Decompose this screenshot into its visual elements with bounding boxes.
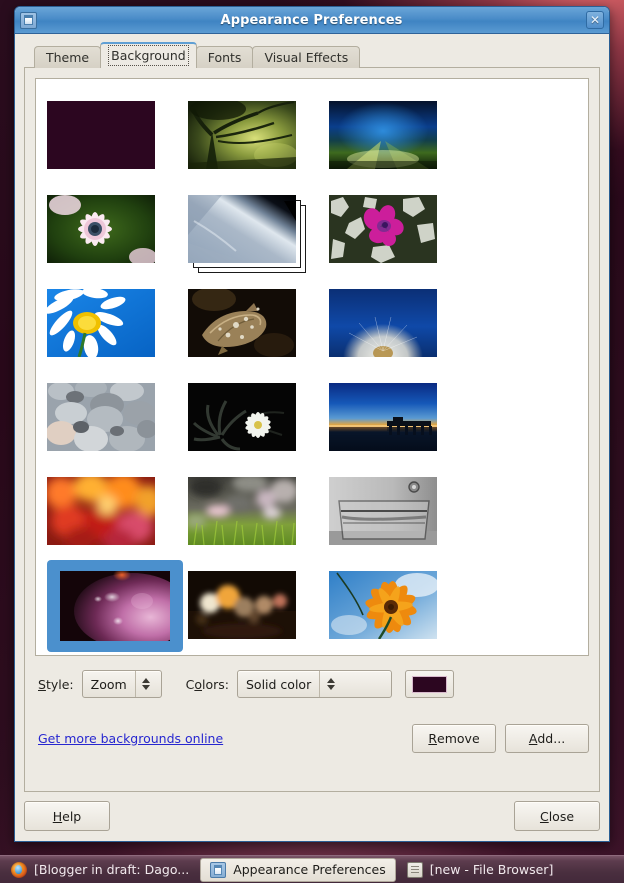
wallpaper-thumbnail bbox=[47, 101, 155, 169]
taskbar-item-blogger[interactable]: [Blogger in draft: Dago... bbox=[2, 858, 198, 882]
wallpaper-item-pink-white-daisy[interactable] bbox=[47, 183, 188, 277]
tab-fonts[interactable]: Fonts bbox=[195, 46, 254, 68]
window-body: Theme Background Fonts Visual Effects St… bbox=[15, 34, 609, 792]
wallpaper-item-greyscale-glass-water[interactable] bbox=[329, 465, 470, 559]
wallpaper-item-solid-plum[interactable] bbox=[47, 89, 188, 183]
get-more-backgrounds-link[interactable]: Get more backgrounds online bbox=[38, 731, 223, 746]
taskbar-item-appearance-preferences[interactable]: Appearance Preferences bbox=[200, 857, 396, 882]
tab-theme[interactable]: Theme bbox=[34, 46, 102, 68]
wallpaper-item-backlit-tree[interactable] bbox=[188, 89, 329, 183]
desktop: Appearance Preferences ✕ Theme Backgroun… bbox=[0, 0, 624, 883]
background-tab-page: Style: Zoom Colors: Solid color Get more… bbox=[24, 67, 600, 792]
help-button[interactable]: Help bbox=[24, 801, 110, 831]
up-down-chevron-icon bbox=[134, 671, 157, 697]
background-actions-row: Get more backgrounds online Remove Add..… bbox=[35, 724, 589, 753]
firefox-icon bbox=[11, 861, 27, 878]
color-swatch bbox=[412, 675, 447, 693]
wallpaper-item-green-grass-bokeh[interactable] bbox=[188, 465, 329, 559]
wallpaper-thumbnail bbox=[47, 477, 155, 545]
wallpaper-item-orange-cosmos-flower[interactable] bbox=[329, 559, 470, 653]
wallpaper-thumbnail bbox=[329, 101, 437, 169]
color-picker-button[interactable] bbox=[405, 670, 454, 698]
dialog-footer: Help Close bbox=[15, 792, 609, 841]
wallpaper-item-white-flower-black-background[interactable] bbox=[188, 371, 329, 465]
wallpaper-list[interactable] bbox=[35, 78, 589, 656]
wallpaper-grid bbox=[36, 79, 588, 653]
wallpaper-thumbnail bbox=[329, 383, 437, 451]
wallpaper-thumbnail bbox=[47, 195, 155, 263]
wallpaper-thumbnail bbox=[329, 477, 437, 545]
wallpaper-thumbnail bbox=[188, 571, 296, 639]
wallpaper-thumbnail bbox=[329, 571, 437, 639]
wallpaper-item-pier-at-dusk[interactable] bbox=[329, 371, 470, 465]
wallpaper-thumbnail bbox=[188, 195, 296, 263]
add-button[interactable]: Add... bbox=[505, 724, 589, 753]
style-dropdown[interactable]: Zoom bbox=[81, 670, 162, 698]
wallpaper-item-magenta-flowers-silver-foliage[interactable] bbox=[329, 183, 470, 277]
close-button[interactable]: Close bbox=[514, 801, 600, 831]
taskbar-item-label: Appearance Preferences bbox=[233, 862, 386, 877]
wallpaper-thumbnail bbox=[47, 289, 155, 357]
tab-visual-effects[interactable]: Visual Effects bbox=[252, 46, 361, 68]
colors-dropdown-value: Solid color bbox=[246, 676, 312, 692]
appearance-window-icon bbox=[20, 11, 37, 29]
wallpaper-thumbnail bbox=[188, 477, 296, 545]
colors-label: Colors: bbox=[185, 676, 229, 692]
wallpaper-thumbnail bbox=[188, 289, 296, 357]
background-options-row: Style: Zoom Colors: Solid color bbox=[35, 670, 589, 698]
wallpaper-thumbnail bbox=[188, 101, 296, 169]
style-dropdown-value: Zoom bbox=[90, 676, 127, 692]
appearance-preferences-window: Appearance Preferences ✕ Theme Backgroun… bbox=[14, 6, 610, 842]
window-title: Appearance Preferences bbox=[220, 12, 403, 28]
wallpaper-item-red-orange-bokeh[interactable] bbox=[47, 465, 188, 559]
appearance-window-icon bbox=[210, 861, 227, 878]
wallpaper-item-ubuntu-purple-warty[interactable] bbox=[47, 559, 188, 653]
wallpaper-thumbnail bbox=[329, 289, 437, 357]
file-browser-icon bbox=[406, 861, 423, 878]
close-icon[interactable]: ✕ bbox=[586, 11, 604, 29]
taskbar-item-label: [new - File Browser] bbox=[429, 862, 554, 877]
tab-strip: Theme Background Fonts Visual Effects bbox=[24, 42, 600, 68]
tab-background-label: Background bbox=[108, 45, 189, 66]
taskbar: [Blogger in draft: Dago... Appearance Pr… bbox=[0, 855, 624, 883]
wallpaper-item-amber-night-bokeh[interactable] bbox=[188, 559, 329, 653]
taskbar-item-label: [Blogger in draft: Dago... bbox=[34, 862, 190, 877]
style-label: Style: bbox=[38, 676, 74, 692]
remove-button[interactable]: Remove bbox=[412, 724, 496, 753]
wallpaper-item-dry-leaf-dewdrops[interactable] bbox=[188, 277, 329, 371]
tab-visual-effects-label: Visual Effects bbox=[264, 50, 349, 65]
wallpaper-item-dandelion-seedhead-blue[interactable] bbox=[329, 277, 470, 371]
wallpaper-item-earth-from-orbit-slideshow[interactable] bbox=[188, 183, 329, 277]
tab-theme-label: Theme bbox=[46, 50, 90, 65]
window-titlebar[interactable]: Appearance Preferences ✕ bbox=[15, 7, 609, 34]
wallpaper-thumbnail bbox=[188, 383, 296, 451]
tab-fonts-label: Fonts bbox=[207, 50, 242, 65]
wallpaper-item-white-daisy-blue-sky[interactable] bbox=[47, 277, 188, 371]
wallpaper-thumbnail bbox=[329, 195, 437, 263]
up-down-chevron-icon bbox=[319, 671, 341, 697]
wallpaper-thumbnail bbox=[47, 383, 155, 451]
tab-background[interactable]: Background bbox=[100, 42, 197, 68]
colors-dropdown[interactable]: Solid color bbox=[237, 670, 392, 698]
wallpaper-thumbnail bbox=[60, 571, 170, 641]
taskbar-item-file-browser[interactable]: [new - File Browser] bbox=[398, 858, 563, 882]
wallpaper-item-blue-green-road-blur[interactable] bbox=[329, 89, 470, 183]
wallpaper-item-grey-pebbles[interactable] bbox=[47, 371, 188, 465]
